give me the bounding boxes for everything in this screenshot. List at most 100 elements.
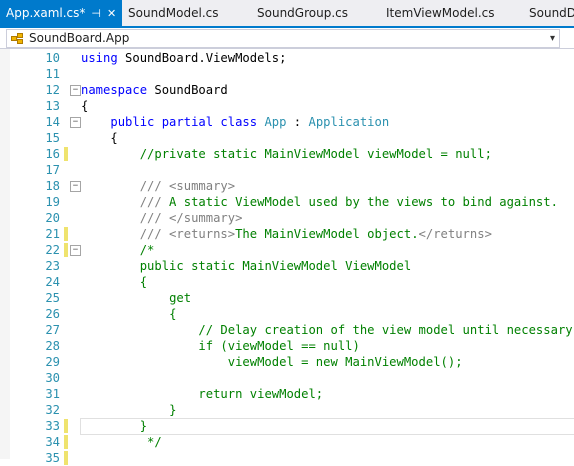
line-number: 26 — [45, 307, 60, 321]
navigation-bar: SoundBoard.App ▾ — [0, 28, 574, 49]
tab-sounddata[interactable]: SoundDa — [529, 0, 574, 26]
code-line[interactable]: 29 viewModel = new MainViewModel(); — [0, 354, 574, 370]
tab-soundmodel-cs[interactable]: SoundModel.cs — [128, 0, 218, 26]
code-token: /// </summary> — [139, 211, 243, 225]
code-line[interactable]: 34 */ — [0, 434, 574, 450]
code-line[interactable]: 25 get — [0, 290, 574, 306]
code-line[interactable]: 20 /// </summary> — [0, 210, 574, 226]
pin-icon[interactable]: ⊣ — [91, 1, 101, 27]
code-line[interactable]: 18− /// <summary> — [0, 178, 574, 194]
code-line[interactable]: 32 } — [0, 402, 574, 418]
code-line[interactable]: 19 /// A static ViewModel used by the vi… — [0, 194, 574, 210]
code-line[interactable]: 22− /* — [0, 242, 574, 258]
code-token: SoundBoard — [147, 83, 228, 97]
collapse-outline-icon[interactable]: − — [70, 117, 81, 128]
code-token: viewModel = new MainViewModel(); — [227, 355, 463, 369]
chevron-down-icon[interactable]: ▾ — [550, 30, 555, 47]
code-line[interactable]: 35 — [0, 450, 574, 466]
code-line[interactable]: 23 public static MainViewModel ViewModel — [0, 258, 574, 274]
unsaved-change-marker — [64, 435, 68, 449]
code-token: The MainViewModel object. — [235, 227, 419, 241]
collapse-outline-icon[interactable]: − — [70, 85, 81, 96]
unsaved-change-marker — [64, 227, 68, 241]
code-line[interactable]: 10 using SoundBoard.ViewModels; — [0, 50, 574, 66]
code-token: { — [81, 131, 118, 145]
line-number: 30 — [45, 371, 60, 385]
unsaved-change-marker — [64, 451, 68, 465]
code-token: A static ViewModel used by the views to … — [161, 195, 558, 209]
code-token: get — [169, 291, 192, 305]
code-token: public static MainViewModel ViewModel — [139, 259, 412, 273]
code-line[interactable]: 14− public partial class App : Applicati… — [0, 114, 574, 130]
tab-label: SoundModel.cs — [128, 6, 219, 20]
line-number: 12 — [45, 83, 60, 97]
line-number: 14 — [45, 115, 60, 129]
line-number: 33 — [45, 419, 60, 433]
code-line[interactable]: 13 { — [0, 98, 574, 114]
collapse-outline-icon[interactable]: − — [70, 245, 81, 256]
code-text: { — [81, 306, 176, 322]
collapse-outline-icon[interactable]: − — [70, 181, 81, 192]
code-editor[interactable]: 10 using SoundBoard.ViewModels; 11 12− names… — [0, 49, 574, 465]
code-token: public partial class — [110, 115, 258, 129]
code-line[interactable]: 12− namespace SoundBoard — [0, 82, 574, 98]
code-token: { — [139, 275, 148, 289]
code-line[interactable]: 27 // Delay creation of the view model u… — [0, 322, 574, 338]
line-number: 21 — [45, 227, 60, 241]
code-line[interactable]: 16 //private static MainViewModel viewMo… — [0, 146, 574, 162]
code-token: /// — [139, 195, 162, 209]
code-line[interactable]: 15 { — [0, 130, 574, 146]
code-token: { — [169, 307, 177, 321]
code-token: // Delay creation of the view model unti… — [198, 323, 573, 337]
tab-label: App.xaml.cs* — [6, 6, 86, 20]
code-line[interactable]: 24 { — [0, 274, 574, 290]
code-token: using — [81, 51, 118, 65]
code-text: if (viewModel == null) — [81, 338, 359, 354]
code-text: public partial class App : Application — [81, 114, 389, 130]
line-number: 27 — [45, 323, 60, 337]
line-number: 15 — [45, 131, 60, 145]
code-token: */ — [147, 435, 162, 449]
code-line[interactable]: 11 — [0, 66, 574, 82]
line-number: 11 — [45, 67, 60, 81]
code-line[interactable]: 33 } — [0, 418, 574, 435]
close-icon[interactable]: ✕ — [107, 1, 116, 27]
code-token: return viewModel; — [198, 387, 324, 401]
code-text: viewModel = new MainViewModel(); — [81, 354, 463, 370]
tab-itemviewmodel-cs[interactable]: ItemViewModel.cs — [386, 0, 495, 26]
unsaved-change-marker — [64, 419, 68, 433]
line-number: 29 — [45, 355, 60, 369]
tab-label: SoundGroup.cs — [257, 6, 348, 20]
code-token: </returns> — [418, 227, 492, 241]
tab-app-xaml-cs[interactable]: App.xaml.cs* ⊣ ✕ — [0, 0, 122, 26]
code-token: { — [81, 99, 89, 113]
document-tab-bar: App.xaml.cs* ⊣ ✕ SoundModel.cs SoundGroup.… — [0, 0, 574, 28]
unsaved-change-marker — [64, 243, 68, 257]
code-token: : — [286, 115, 309, 129]
line-number: 31 — [45, 387, 60, 401]
code-line[interactable]: 28 if (viewModel == null) — [0, 338, 574, 354]
code-text: // Delay creation of the view model unti… — [81, 322, 573, 338]
line-number: 32 — [45, 403, 60, 417]
code-line[interactable]: 30 — [0, 370, 574, 386]
code-line[interactable]: 17 — [0, 162, 574, 178]
type-dropdown[interactable]: SoundBoard.App ▾ — [6, 29, 560, 48]
tab-soundgroup-cs[interactable]: SoundGroup.cs — [257, 0, 348, 26]
code-line[interactable]: 31 return viewModel; — [0, 386, 574, 402]
code-line[interactable]: 26 { — [0, 306, 574, 322]
code-token: /// <summary> — [139, 179, 236, 193]
code-line[interactable]: 21 /// <returns>The MainViewModel object… — [0, 226, 574, 242]
code-text: { — [81, 98, 88, 114]
unsaved-change-marker — [64, 147, 68, 161]
line-number: 22 — [45, 243, 60, 257]
